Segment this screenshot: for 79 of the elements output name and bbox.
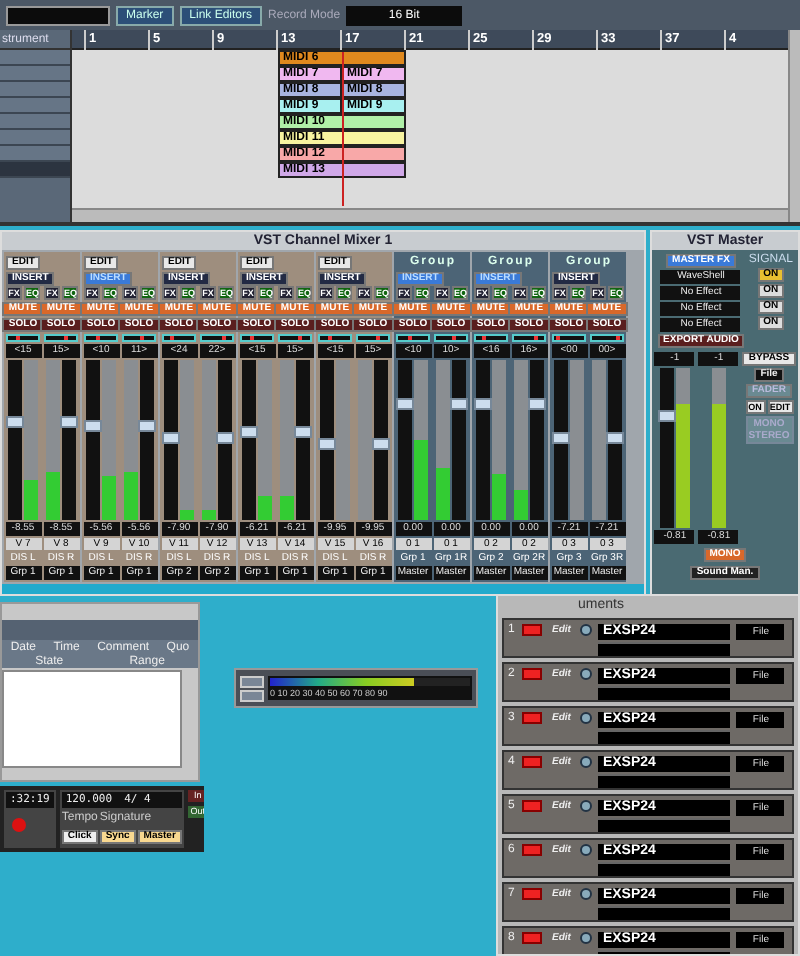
- fader-handle[interactable]: [60, 416, 78, 429]
- fader-track[interactable]: [86, 360, 100, 520]
- fader-handle[interactable]: [162, 431, 180, 444]
- pan-slider[interactable]: [240, 334, 274, 342]
- pan-slider[interactable]: [434, 334, 468, 342]
- track-row[interactable]: [0, 66, 71, 82]
- fader-handle[interactable]: [606, 431, 624, 444]
- knob-icon[interactable]: [580, 800, 593, 812]
- track-row[interactable]: [0, 98, 71, 114]
- track-row[interactable]: [0, 146, 71, 162]
- pan-slider[interactable]: [278, 334, 312, 342]
- fader-handle[interactable]: [240, 425, 258, 438]
- fader-track[interactable]: [218, 360, 232, 520]
- pan-slider[interactable]: [590, 334, 624, 342]
- fader-track[interactable]: [659, 368, 674, 528]
- fader-handle[interactable]: [294, 425, 312, 438]
- fader-handle[interactable]: [396, 398, 414, 411]
- fader-track[interactable]: [296, 360, 310, 520]
- fader-track[interactable]: [8, 360, 22, 520]
- meter-button[interactable]: [240, 689, 264, 701]
- fader-handle[interactable]: [318, 438, 336, 451]
- program-select[interactable]: [598, 774, 731, 788]
- pan-slider[interactable]: [44, 334, 78, 342]
- track-row[interactable]: [0, 130, 71, 146]
- fader-handle[interactable]: [6, 416, 24, 429]
- pan-slider[interactable]: [162, 334, 196, 342]
- fader-track[interactable]: [530, 360, 544, 520]
- fader-handle[interactable]: [138, 419, 156, 432]
- track-row[interactable]: [0, 162, 71, 178]
- horizontal-scrollbar[interactable]: [72, 208, 789, 222]
- track-row[interactable]: [0, 114, 71, 130]
- fader-handle[interactable]: [552, 431, 570, 444]
- pan-slider[interactable]: [474, 334, 508, 342]
- fader-track[interactable]: [398, 360, 412, 520]
- track-row[interactable]: [0, 50, 71, 66]
- fader-track[interactable]: [140, 360, 154, 520]
- fader-handle[interactable]: [450, 398, 468, 411]
- pan-slider[interactable]: [396, 334, 430, 342]
- fader-track[interactable]: [476, 360, 490, 520]
- fader-track[interactable]: [554, 360, 568, 520]
- pan-slider[interactable]: [318, 334, 352, 342]
- knob-icon[interactable]: [580, 756, 593, 768]
- horizontal-scrollbar[interactable]: [2, 584, 644, 594]
- program-select[interactable]: [598, 642, 731, 656]
- knob-icon[interactable]: [580, 668, 593, 680]
- program-select[interactable]: [598, 818, 731, 832]
- pan-slider[interactable]: [122, 334, 156, 342]
- track-row[interactable]: [0, 82, 71, 98]
- knob-icon[interactable]: [580, 624, 593, 636]
- text-field[interactable]: [6, 5, 110, 25]
- program-select[interactable]: [598, 730, 731, 744]
- fader-handle[interactable]: [216, 431, 234, 444]
- fader-handle[interactable]: [657, 409, 676, 422]
- pan-slider[interactable]: [552, 334, 586, 342]
- program-select[interactable]: [598, 862, 731, 876]
- fader-track[interactable]: [452, 360, 466, 520]
- fader-track[interactable]: [62, 360, 76, 520]
- knob-icon[interactable]: [580, 932, 593, 944]
- fader-handle[interactable]: [474, 398, 492, 411]
- meter-button[interactable]: [240, 675, 264, 687]
- fader-handle[interactable]: [528, 398, 546, 411]
- knob-icon[interactable]: [580, 888, 593, 900]
- fader-track[interactable]: [374, 360, 388, 520]
- pan-slider[interactable]: [356, 334, 390, 342]
- knob-icon[interactable]: [580, 844, 593, 856]
- fader-track[interactable]: [164, 360, 178, 520]
- fader-track[interactable]: [320, 360, 334, 520]
- fader-track[interactable]: [608, 360, 622, 520]
- pan-slider[interactable]: [84, 334, 118, 342]
- pan-slider[interactable]: [200, 334, 234, 342]
- program-select[interactable]: [598, 906, 731, 920]
- pan-slider[interactable]: [6, 334, 40, 342]
- fader-track[interactable]: [242, 360, 256, 520]
- vertical-scrollbar[interactable]: [788, 30, 800, 222]
- pan-slider[interactable]: [512, 334, 546, 342]
- program-select[interactable]: [598, 686, 731, 700]
- fader-handle[interactable]: [84, 419, 102, 432]
- fader-handle[interactable]: [372, 438, 390, 451]
- knob-icon[interactable]: [580, 712, 593, 724]
